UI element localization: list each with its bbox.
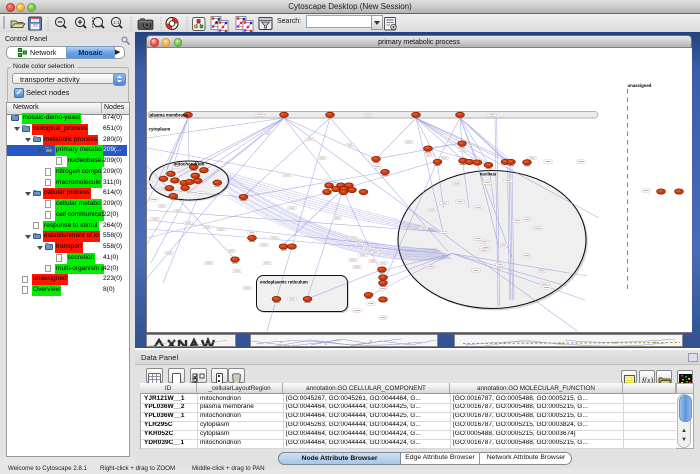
svg-text:cytoplasm: cytoplasm [149,126,171,131]
svg-text:endoplasmic reticulum: endoplasmic reticulum [260,279,308,284]
svg-text:mitochondrion: mitochondrion [174,161,205,166]
svg-text:nucleus: nucleus [480,171,497,176]
svg-text:unassigned: unassigned [628,83,652,88]
svg-text:plasma membrane: plasma membrane [150,112,189,117]
svg-text:1:1: 1:1 [113,20,120,25]
